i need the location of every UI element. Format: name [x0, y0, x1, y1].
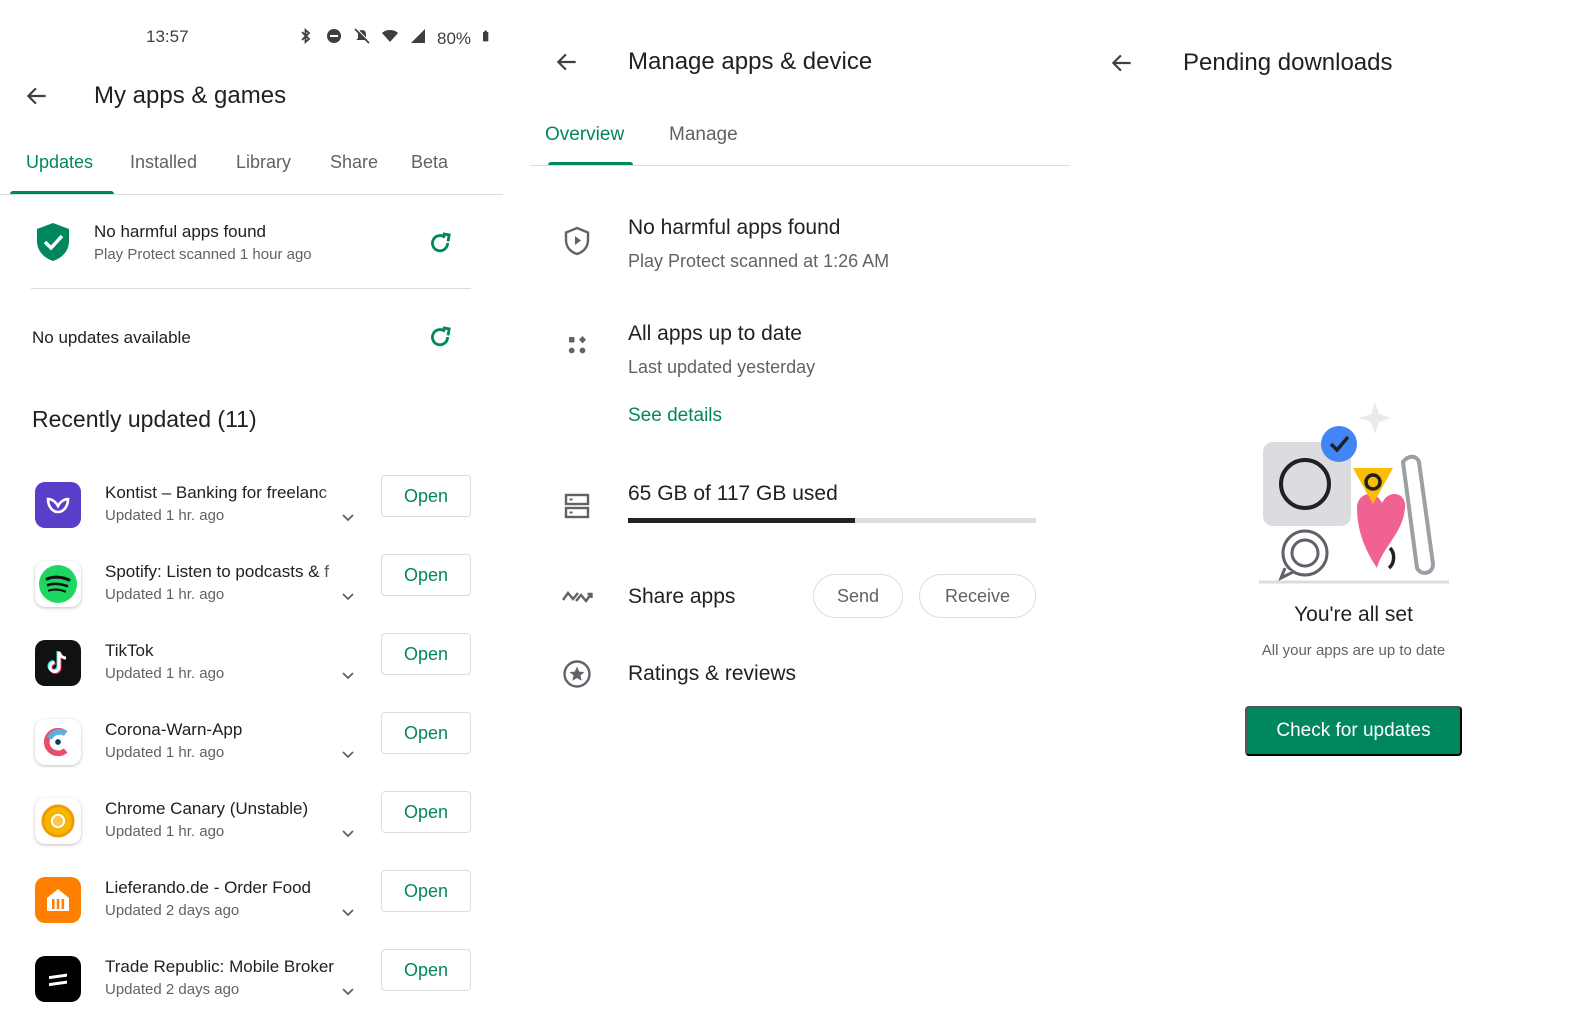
all-set-heading: You're all set	[1294, 603, 1413, 626]
recently-updated-heading: Recently updated (11)	[32, 406, 257, 432]
section-divider	[31, 288, 471, 289]
chevron-down-icon[interactable]	[340, 748, 356, 760]
tabs-divider	[530, 165, 1070, 166]
app-row-tiktok[interactable]: TikTok Updated 1 hr. ago Open	[0, 631, 512, 709]
open-button[interactable]: Open	[381, 712, 471, 754]
send-button[interactable]: Send	[813, 574, 903, 618]
open-button[interactable]: Open	[381, 949, 471, 991]
back-arrow-icon[interactable]	[24, 83, 50, 109]
corona-warn-icon	[35, 719, 81, 765]
app-updated: Updated 1 hr. ago	[105, 586, 225, 603]
protect-title: No harmful apps found	[628, 216, 841, 239]
storage-label: 65 GB of 117 GB used	[628, 482, 838, 505]
check-for-updates-button[interactable]: Check for updates	[1245, 706, 1462, 756]
chevron-down-icon[interactable]	[340, 669, 356, 681]
refresh-updates-icon[interactable]	[427, 324, 453, 350]
signal-icon	[409, 27, 427, 50]
protect-subtitle: Play Protect scanned 1 hour ago	[94, 246, 312, 263]
tab-overview[interactable]: Overview	[545, 124, 624, 146]
tabs-divider	[0, 194, 503, 195]
see-details-link[interactable]: See details	[628, 405, 722, 427]
ratings-label[interactable]: Ratings & reviews	[628, 662, 796, 686]
tiktok-icon	[35, 640, 81, 686]
protect-subtitle: Play Protect scanned at 1:26 AM	[628, 251, 890, 271]
trade-republic-icon	[35, 956, 81, 1002]
pending-downloads-panel: Pending downloads You're all set All you…	[1095, 0, 1587, 1021]
storage-progress-fill	[628, 518, 855, 523]
shield-check-icon	[35, 222, 71, 262]
storage-progress-track	[628, 518, 1036, 523]
app-updated: Updated 2 days ago	[105, 981, 240, 998]
app-updated: Updated 1 hr. ago	[105, 665, 225, 682]
app-row-chrome-canary[interactable]: Chrome Canary (Unstable) Updated 1 hr. a…	[0, 789, 512, 867]
page-title: My apps & games	[94, 82, 287, 109]
status-time: 13:57	[146, 27, 189, 46]
tab-beta[interactable]: Beta	[411, 152, 448, 173]
dnd-icon	[325, 27, 343, 50]
app-row-kontist[interactable]: Kontist – Banking for freelanc Updated 1…	[0, 473, 512, 551]
share-apps-icon	[560, 580, 594, 614]
chevron-down-icon[interactable]	[340, 590, 356, 602]
tab-library[interactable]: Library	[236, 152, 291, 173]
updates-title: All apps up to date	[628, 322, 802, 345]
chevron-down-icon[interactable]	[340, 827, 356, 839]
star-circle-icon	[560, 657, 594, 691]
tab-installed[interactable]: Installed	[130, 152, 197, 173]
chevron-down-icon[interactable]	[340, 906, 356, 918]
spotify-icon	[35, 561, 81, 607]
page-title: Pending downloads	[1183, 49, 1393, 76]
battery-percent: 80%	[437, 28, 472, 48]
chevron-down-icon[interactable]	[340, 511, 356, 523]
lieferando-icon	[35, 877, 81, 923]
app-updated: Updated 1 hr. ago	[105, 823, 225, 840]
open-button[interactable]: Open	[381, 791, 471, 833]
mute-icon	[353, 27, 371, 50]
app-updated: Updated 1 hr. ago	[105, 744, 225, 761]
shield-outline-icon	[560, 224, 594, 258]
open-button[interactable]: Open	[381, 633, 471, 675]
chrome-canary-icon	[35, 798, 81, 844]
all-set-subtitle: All your apps are up to date	[1261, 642, 1446, 659]
app-updated: Updated 2 days ago	[105, 902, 240, 919]
app-row-corona-warn[interactable]: Corona-Warn-App Updated 1 hr. ago Open	[0, 710, 512, 788]
open-button[interactable]: Open	[381, 554, 471, 596]
chevron-down-icon[interactable]	[340, 985, 356, 997]
back-arrow-icon[interactable]	[1109, 50, 1135, 76]
app-name: TikTok	[105, 641, 154, 660]
tab-manage[interactable]: Manage	[669, 124, 738, 146]
back-arrow-icon[interactable]	[554, 49, 580, 75]
updates-subtitle: Last updated yesterday	[628, 357, 816, 377]
manage-apps-panel: Manage apps & device Overview Manage No …	[530, 0, 1075, 1021]
app-name: Chrome Canary (Unstable)	[105, 799, 309, 818]
app-row-lieferando[interactable]: Lieferando.de - Order Food Updated 2 day…	[0, 868, 512, 946]
share-apps-label: Share apps	[628, 585, 736, 608]
app-name: Spotify: Listen to podcasts & f	[105, 562, 357, 582]
no-updates-text: No updates available	[32, 328, 191, 347]
app-name: Kontist – Banking for freelanc	[105, 483, 357, 503]
storage-icon	[560, 489, 594, 523]
app-row-spotify[interactable]: Spotify: Listen to podcasts & f Updated …	[0, 552, 512, 630]
app-name: Corona-Warn-App	[105, 720, 243, 739]
refresh-icon[interactable]	[427, 230, 453, 256]
apps-grid-icon	[560, 328, 594, 362]
my-apps-panel: 13:57 80% My apps & games Updates Instal…	[0, 0, 512, 1021]
protect-title: No harmful apps found	[94, 222, 266, 241]
page-title: Manage apps & device	[628, 48, 873, 75]
receive-button[interactable]: Receive	[919, 574, 1036, 618]
wifi-icon	[381, 27, 399, 50]
app-row-trade-republic[interactable]: Trade Republic: Mobile Broker Updated 2 …	[0, 947, 512, 1021]
tab-updates[interactable]: Updates	[26, 152, 93, 173]
open-button[interactable]: Open	[381, 870, 471, 912]
all-set-illustration	[1255, 398, 1455, 588]
tab-share[interactable]: Share	[330, 152, 378, 173]
kontist-icon	[35, 482, 81, 528]
status-icons: 80%	[297, 27, 493, 50]
app-name: Lieferando.de - Order Food	[105, 878, 312, 897]
bluetooth-icon	[297, 27, 315, 50]
app-name: Trade Republic: Mobile Broker	[105, 957, 334, 976]
battery-icon	[481, 27, 493, 50]
app-updated: Updated 1 hr. ago	[105, 507, 225, 524]
open-button[interactable]: Open	[381, 475, 471, 517]
